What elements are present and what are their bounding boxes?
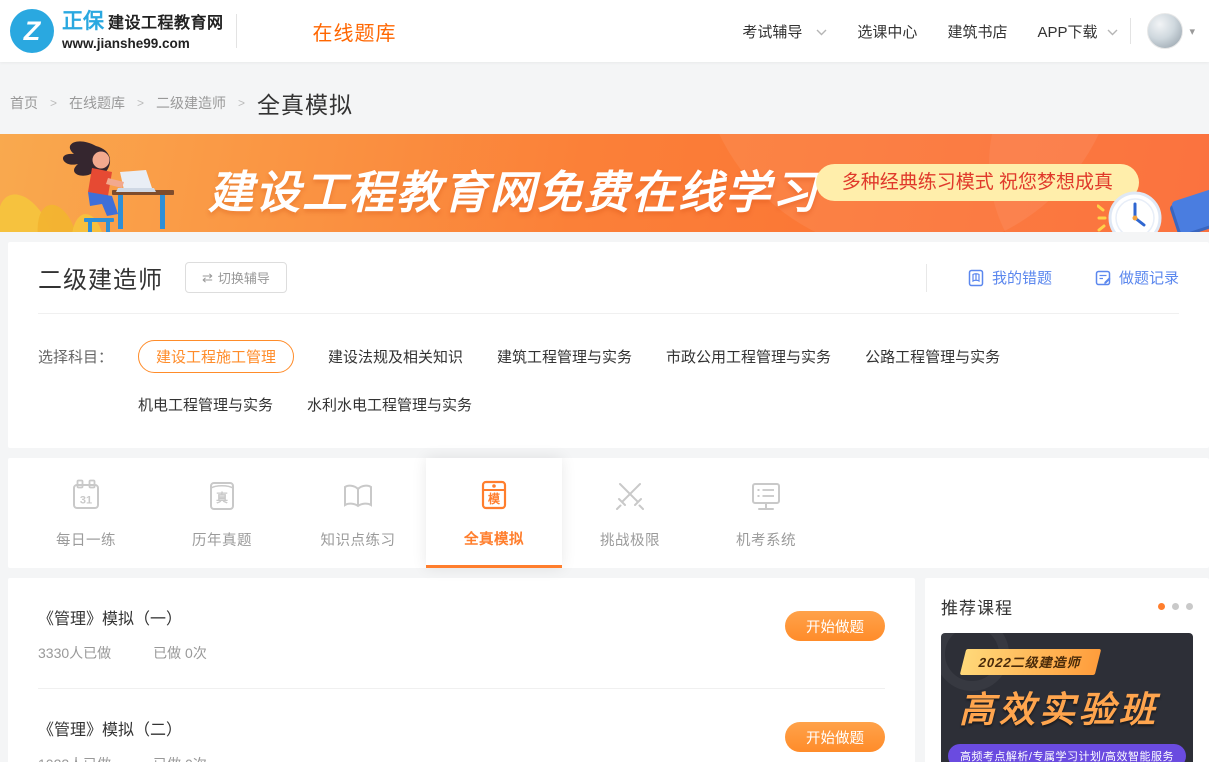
svg-text:真: 真	[216, 490, 228, 505]
open-book-icon	[338, 476, 378, 516]
header-divider	[1130, 18, 1131, 44]
subject-pill-highway[interactable]: 公路工程管理与实务	[865, 341, 1000, 372]
subject-pill-building[interactable]: 建筑工程管理与实务	[497, 341, 632, 372]
top-header: Z 正保 建设工程教育网 www.jianshe99.com 在线题库 考试辅导…	[0, 0, 1209, 62]
site-url: www.jianshe99.com	[62, 36, 224, 52]
nav-exam-coaching[interactable]: 考试辅导	[742, 21, 827, 42]
course-panel: 二级建造师 ⇄ 切换辅导 我的错题	[8, 242, 1209, 448]
tab-computer-exam[interactable]: 机考系统	[698, 458, 834, 568]
subject-pill-water[interactable]: 水利水电工程管理与实务	[307, 389, 472, 420]
breadcrumb-qbank[interactable]: 在线题库	[69, 93, 125, 113]
course-name: 高效实验班	[959, 681, 1193, 733]
my-done-count: 已做 0次	[153, 754, 207, 762]
caret-down-icon: ▾	[1189, 25, 1195, 38]
subject-pill-laws[interactable]: 建设法规及相关知识	[328, 341, 463, 372]
promo-banner[interactable]: 建设工程教育网免费在线学习 多种经典练习模式 祝您梦想成真	[0, 134, 1209, 232]
logo-z-icon: Z	[10, 9, 54, 53]
subject-pill-construction-management[interactable]: 建设工程施工管理	[138, 340, 294, 373]
carousel-dot[interactable]	[1186, 603, 1193, 610]
top-nav: 考试辅导 选课中心 建筑书店 APP下载	[742, 21, 1118, 42]
answer-record-link[interactable]: 做题记录	[1094, 267, 1179, 288]
tab-daily-practice[interactable]: 31 每日一练	[18, 458, 154, 568]
start-exam-button[interactable]: 开始做题	[785, 722, 885, 752]
recommended-title: 推荐课程	[941, 594, 1013, 619]
breadcrumb-current: 全真模拟	[257, 86, 353, 120]
banner-tagline: 多种经典练习模式 祝您梦想成真	[816, 164, 1139, 201]
header-divider	[236, 14, 237, 48]
my-wrong-questions-link[interactable]: 我的错题	[967, 267, 1052, 288]
breadcrumb: 首页 > 在线题库 > 二级建造师 > 全真模拟	[0, 62, 1209, 134]
subject-label: 选择科目：	[38, 340, 138, 420]
user-menu[interactable]: ▾	[1147, 13, 1195, 49]
book-zhen-icon: 真	[202, 476, 242, 516]
carousel-dots	[1158, 603, 1193, 610]
start-exam-button[interactable]: 开始做题	[785, 611, 885, 641]
svg-text:31: 31	[80, 495, 92, 507]
subject-pill-mechanical[interactable]: 机电工程管理与实务	[138, 389, 273, 420]
breadcrumb-home[interactable]: 首页	[10, 93, 38, 113]
subject-selector: 选择科目： 建设工程施工管理 建设法规及相关知识 建筑工程管理与实务 市政公用工…	[38, 314, 1179, 448]
exam-title: 《管理》模拟（一）	[38, 605, 207, 629]
exam-list: 《管理》模拟（一） 3330人已做 已做 0次 开始做题 《管理》模拟（二） 1…	[8, 578, 915, 762]
tab-knowledge-practice[interactable]: 知识点练习	[290, 458, 426, 568]
wrong-book-icon	[967, 269, 985, 287]
svg-text:模: 模	[488, 491, 501, 506]
nav-bookstore[interactable]: 建筑书店	[947, 21, 1007, 42]
tab-past-exams[interactable]: 真 历年真题	[154, 458, 290, 568]
calendar-mo-icon: 模	[474, 475, 514, 515]
exam-row: 《管理》模拟（二） 1022人已做 已做 0次 开始做题	[38, 689, 885, 762]
people-done-count: 3330人已做	[38, 643, 111, 663]
page: Z 正保 建设工程教育网 www.jianshe99.com 在线题库 考试辅导…	[0, 0, 1209, 762]
page-title: 在线题库	[313, 17, 397, 46]
banner-headline: 建设工程教育网免费在线学习	[208, 156, 819, 221]
tab-full-simulation[interactable]: 模 全真模拟	[426, 458, 562, 568]
tab-challenge-limit[interactable]: 挑战极限	[562, 458, 698, 568]
site-logo[interactable]: Z 正保 建设工程教育网 www.jianshe99.com	[10, 9, 224, 53]
course-ad-card[interactable]: 2022二级建造师 高效实验班 高频考点解析/专属学习计划/高效智能服务	[941, 633, 1193, 762]
chevron-down-icon	[1107, 23, 1118, 40]
course-year-badge: 2022二级建造师	[960, 649, 1101, 675]
course-features: 高频考点解析/专属学习计划/高效智能服务	[948, 744, 1186, 762]
carousel-dot[interactable]	[1172, 603, 1179, 610]
subject-pill-municipal[interactable]: 市政公用工程管理与实务	[666, 341, 831, 372]
course-title: 二级建造师	[38, 260, 163, 295]
chevron-down-icon	[816, 23, 827, 40]
recommended-courses-panel: 推荐课程 2022二级建造师 高效实验班 高频考点解析/专属学习计划/高效智能服…	[925, 578, 1209, 762]
exam-title: 《管理》模拟（二）	[38, 716, 207, 740]
avatar	[1147, 13, 1183, 49]
switch-coaching-button[interactable]: ⇄ 切换辅导	[185, 262, 287, 293]
exam-row: 《管理》模拟（一） 3330人已做 已做 0次 开始做题	[38, 578, 885, 689]
crossed-swords-icon	[610, 476, 650, 516]
monitor-icon	[746, 476, 786, 516]
practice-mode-tabs: 31 每日一练 真 历年真题 知识点练习 模	[8, 458, 1209, 568]
calendar-31-icon: 31	[66, 476, 106, 516]
breadcrumb-level2[interactable]: 二级建造师	[156, 93, 226, 113]
study-illustration	[0, 134, 210, 232]
carousel-dot[interactable]	[1158, 603, 1165, 610]
nav-app-download[interactable]: APP下载	[1037, 21, 1118, 42]
swap-icon: ⇄	[202, 270, 213, 286]
brand-name: 正保	[62, 10, 104, 34]
my-done-count: 已做 0次	[153, 643, 207, 663]
clock-illustration	[1097, 182, 1167, 232]
nav-course-center[interactable]: 选课中心	[857, 21, 917, 42]
people-done-count: 1022人已做	[38, 754, 111, 762]
site-name: 建设工程教育网	[108, 15, 224, 33]
record-note-icon	[1094, 269, 1112, 287]
